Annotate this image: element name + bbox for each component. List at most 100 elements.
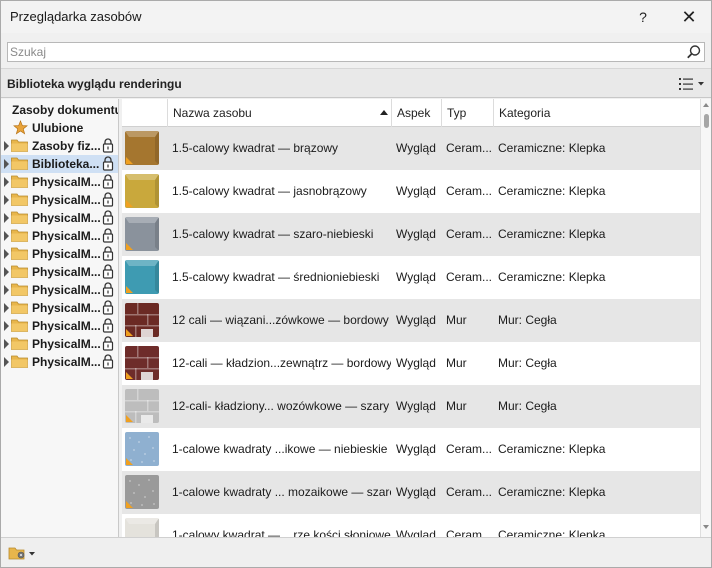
asset-aspect: Wygląd	[396, 313, 436, 327]
asset-category: Ceramiczne: Klepka	[498, 528, 606, 537]
tree-item[interactable]: Zasoby fiz...	[1, 137, 118, 155]
expand-arrow-icon[interactable]	[4, 177, 9, 187]
search-bar	[7, 42, 705, 62]
asset-category: Ceramiczne: Klepka	[498, 141, 606, 155]
asset-row[interactable]: 1-calowe kwadraty ... mozaikowe — szare W…	[122, 471, 700, 514]
tree-item[interactable]: PhysicalM...	[1, 281, 118, 299]
scroll-down-icon[interactable]	[703, 525, 709, 529]
asset-aspect: Wygląd	[396, 485, 436, 499]
asset-row[interactable]: 1-calowy kwadrat — ...rze kości słoniowe…	[122, 514, 700, 537]
asset-category: Mur: Cegła	[498, 313, 557, 327]
asset-row[interactable]: 1.5-calowy kwadrat — brązowy Wygląd Ceram.…	[122, 127, 700, 170]
help-button[interactable]: ?	[621, 1, 665, 33]
scroll-up-icon[interactable]	[703, 103, 709, 107]
expand-arrow-icon[interactable]	[4, 357, 9, 367]
tree-item[interactable]: PhysicalM...	[1, 227, 118, 245]
asset-type: Mur	[446, 399, 467, 413]
expand-arrow-icon[interactable]	[4, 249, 9, 259]
column-aspect[interactable]: Aspek	[391, 99, 441, 127]
tree-item[interactable]: PhysicalM...	[1, 353, 118, 371]
tree-item-label: PhysicalM...	[32, 175, 101, 189]
material-thumbnail-icon	[125, 260, 159, 294]
search-icon[interactable]	[686, 44, 702, 60]
tree-item-label: PhysicalM...	[32, 211, 101, 225]
tree-item-label: Zasoby fiz...	[32, 139, 101, 153]
asset-type: Ceram...	[446, 442, 493, 456]
library-options-icon[interactable]	[7, 544, 37, 562]
asset-name: 12-cali- kładziony... wozówkowe — szary	[172, 399, 390, 413]
asset-type: Mur	[446, 313, 467, 327]
tree-item-favorites[interactable]: Ulubione	[1, 119, 118, 137]
close-button[interactable]: ✕	[667, 1, 711, 33]
expand-arrow-icon[interactable]	[4, 321, 9, 331]
asset-grid: Nazwa zasobu Aspek Typ Kategoria 1.5-cal…	[122, 99, 700, 537]
tree-header-document-assets[interactable]: Zasoby dokumentu	[1, 101, 118, 119]
tree-item-label: PhysicalM...	[32, 193, 101, 207]
view-options-icon[interactable]	[677, 75, 707, 93]
expand-arrow-icon[interactable]	[4, 285, 9, 295]
tree-item[interactable]: PhysicalM...	[1, 299, 118, 317]
asset-row[interactable]: 12 cali — wiązani...zówkowe — bordowy Wyg…	[122, 299, 700, 342]
expand-arrow-icon[interactable]	[4, 213, 9, 223]
library-title: Biblioteka wyglądu renderingu	[7, 77, 182, 91]
asset-row[interactable]: 1-calowe kwadraty ...ikowe — niebieskie W…	[122, 428, 700, 471]
expand-arrow-icon[interactable]	[4, 303, 9, 313]
asset-category: Ceramiczne: Klepka	[498, 184, 606, 198]
folder-icon	[11, 229, 28, 242]
tree-item-label: PhysicalM...	[32, 355, 101, 369]
search-input[interactable]	[10, 44, 680, 60]
asset-type: Ceram...	[446, 485, 493, 499]
folder-icon	[11, 301, 28, 314]
tree-item[interactable]: PhysicalM...	[1, 173, 118, 191]
folder-icon	[11, 283, 28, 296]
tree-item-label: Ulubione	[32, 121, 84, 135]
asset-row[interactable]: 12-cali- kładziony... wozówkowe — szary W…	[122, 385, 700, 428]
asset-name: 1-calowe kwadraty ... mozaikowe — szare	[172, 485, 391, 499]
scroll-thumb[interactable]	[704, 114, 709, 128]
column-thumbnail[interactable]	[122, 99, 167, 127]
asset-name: 12-cali — kładzion...zewnątrz — bordowy	[172, 356, 391, 370]
grid-header: Nazwa zasobu Aspek Typ Kategoria	[122, 99, 700, 127]
tree-item[interactable]: PhysicalM...	[1, 263, 118, 281]
column-name[interactable]: Nazwa zasobu	[167, 99, 391, 127]
column-type[interactable]: Typ	[441, 99, 493, 127]
asset-row[interactable]: 1.5-calowy kwadrat — średnioniebieski Wyg…	[122, 256, 700, 299]
expand-arrow-icon[interactable]	[4, 339, 9, 349]
column-category[interactable]: Kategoria	[493, 99, 700, 127]
lock-icon	[102, 264, 114, 279]
asset-row[interactable]: 1.5-calowy kwadrat — szaro-niebieski Wygl…	[122, 213, 700, 256]
tree-item-label: PhysicalM...	[32, 247, 101, 261]
tree-item[interactable]: PhysicalM...	[1, 245, 118, 263]
tree-item[interactable]: PhysicalM...	[1, 317, 118, 335]
folder-icon	[11, 193, 28, 206]
asset-row[interactable]: 1.5-calowy kwadrat — jasnobrązowy Wygląd C…	[122, 170, 700, 213]
title-bar: Przeglądarka zasobów ? ✕	[1, 1, 711, 33]
asset-name: 1-calowy kwadrat — ...rze kości słoniowe…	[172, 528, 391, 537]
footer-bar	[1, 537, 711, 567]
library-tree: Zasoby dokumentu Ulubione Zasoby fiz... Bib…	[1, 99, 119, 537]
expand-arrow-icon[interactable]	[4, 141, 9, 151]
asset-category: Mur: Cegła	[498, 399, 557, 413]
expand-arrow-icon[interactable]	[4, 231, 9, 241]
library-header: Biblioteka wyglądu renderingu	[1, 68, 711, 98]
folder-icon	[11, 139, 28, 152]
asset-category: Ceramiczne: Klepka	[498, 485, 606, 499]
expand-arrow-icon[interactable]	[4, 267, 9, 277]
tree-item[interactable]: PhysicalM...	[1, 335, 118, 353]
lock-icon	[102, 354, 114, 369]
tree-item[interactable]: PhysicalM...	[1, 191, 118, 209]
asset-row[interactable]: 12-cali — kładzion...zewnątrz — bordowy W…	[122, 342, 700, 385]
vertical-scrollbar[interactable]	[700, 99, 711, 537]
asset-type: Ceram...	[446, 270, 493, 284]
expand-arrow-icon[interactable]	[4, 159, 9, 169]
lock-icon	[102, 156, 114, 171]
asset-aspect: Wygląd	[396, 442, 436, 456]
material-thumbnail-icon	[125, 174, 159, 208]
folder-icon	[11, 157, 28, 170]
tree-item[interactable]: PhysicalM...	[1, 209, 118, 227]
tree-item-label: PhysicalM...	[32, 319, 101, 333]
expand-arrow-icon[interactable]	[4, 195, 9, 205]
material-thumbnail-icon	[125, 303, 159, 337]
folder-icon	[11, 175, 28, 188]
tree-item[interactable]: Biblioteka...	[1, 155, 118, 173]
